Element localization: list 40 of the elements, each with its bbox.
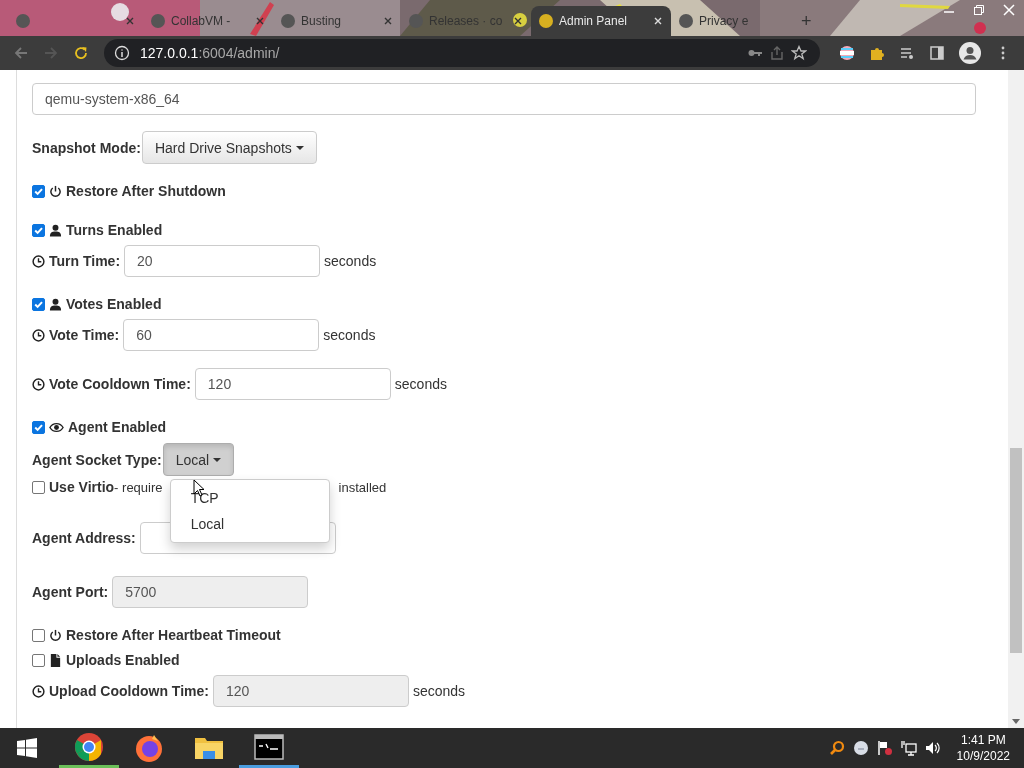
unit-label: seconds xyxy=(324,253,377,269)
checkbox-label: Votes Enabled xyxy=(66,296,162,312)
clock-date: 10/9/2022 xyxy=(956,748,1010,764)
field-label: Turn Time: xyxy=(49,253,121,269)
field-label: Agent Address: xyxy=(32,530,136,546)
checkbox-label: Restore After Heartbeat Timeout xyxy=(66,627,281,643)
dropdown-button[interactable]: Local xyxy=(162,443,235,476)
number-field[interactable]: 60 xyxy=(123,319,320,351)
dropdown-option[interactable]: Local xyxy=(170,511,329,537)
unit-label: seconds xyxy=(323,327,376,343)
browser-tab[interactable]: CollabVM - xyxy=(143,6,273,36)
address-bar[interactable]: 127.0.0.1:6004/admin/ xyxy=(104,39,820,67)
browser-tab[interactable]: Admin Panel xyxy=(531,6,671,36)
checkbox-label: Turns Enabled xyxy=(66,222,163,238)
checkbox-label: Use Virtio xyxy=(49,479,115,495)
hint-text: - require xyxy=(114,479,163,495)
hint-text: installed xyxy=(338,479,387,495)
number-field[interactable]: 20 xyxy=(124,245,321,277)
clock-time: 1:41 PM xyxy=(960,732,1006,748)
tab-title: Admin Panel xyxy=(559,14,629,28)
field-label: Upload Cooldown Time: xyxy=(49,683,209,699)
field-label: Vote Time: xyxy=(49,327,120,343)
dropdown-button[interactable]: Hard Drive Snapshots xyxy=(141,131,317,164)
field-label: Vote Cooldown Time: xyxy=(49,376,191,392)
checkbox-label: Uploads Enabled xyxy=(66,652,180,668)
unit-label: seconds xyxy=(412,683,466,699)
field-label: Agent Socket Type: xyxy=(32,451,162,468)
dropdown-option[interactable]: TCP xyxy=(170,485,329,511)
tab-title: CollabVM - xyxy=(171,14,232,28)
url-path: :6004/admin/ xyxy=(198,45,280,61)
checkbox-label: Agent Enabled xyxy=(68,419,166,435)
field-label: Agent Port: xyxy=(32,584,109,600)
start-command-field[interactable]: qemu-system-x86_64 xyxy=(32,83,976,115)
checkbox-label: Restore After Shutdown xyxy=(66,183,226,199)
unit-label: seconds xyxy=(394,376,447,392)
tab-title: Busting xyxy=(301,14,343,28)
url-host: 127.0.0.1 xyxy=(140,45,199,61)
number-field[interactable]: 120 xyxy=(194,368,391,400)
browser-tab[interactable]: Busting xyxy=(273,6,401,36)
field-label: Snapshot Mode: xyxy=(32,139,141,156)
